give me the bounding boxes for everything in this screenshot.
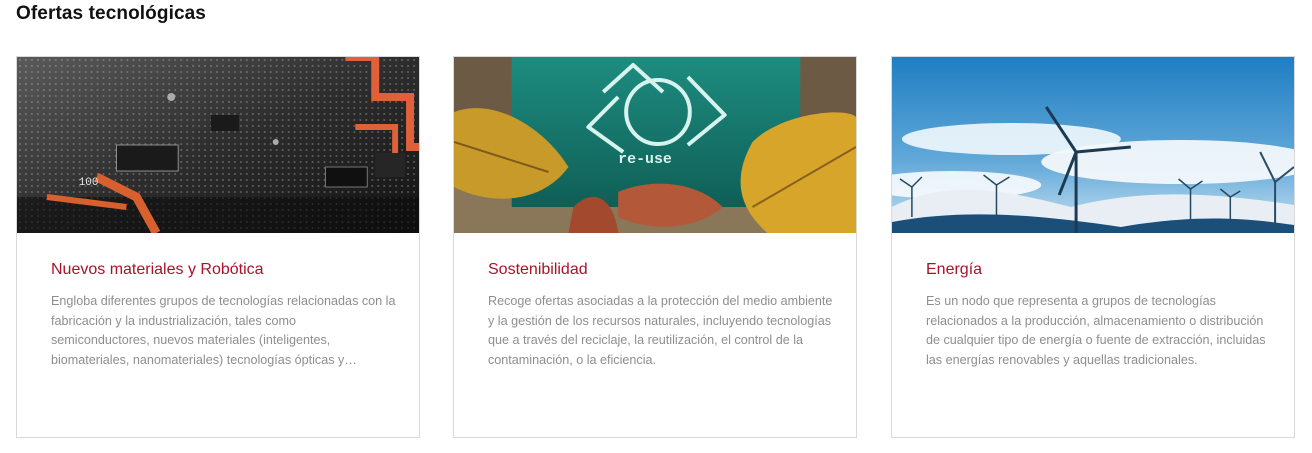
reuse-bag-image: re-use <box>454 57 856 233</box>
card-description: Recoge ofertas asociadas a la protección… <box>488 294 833 367</box>
offer-card-materials-robotics[interactable]: 100 Nuevos materiales y Robótica Engloba… <box>16 56 420 438</box>
card-title: Energía <box>926 261 983 278</box>
bag-text: re-use <box>618 152 672 168</box>
card-title: Nuevos materiales y Robótica <box>51 261 264 278</box>
board-label: 100 <box>79 177 99 189</box>
offer-card-energy[interactable]: Energía Es un nodo que representa a grup… <box>891 56 1295 438</box>
wind-turbines-image <box>892 57 1294 233</box>
offers-section: Ofertas tecnológicas 100 Nuevos material… <box>0 0 1312 453</box>
circuit-board-image: 100 <box>17 57 419 233</box>
card-description: Es un nodo que representa a grupos de te… <box>926 294 1266 367</box>
card-title: Sostenibilidad <box>488 261 588 278</box>
card-description: Engloba diferentes grupos de tecnologías… <box>51 294 396 367</box>
offer-card-sustainability[interactable]: re-use Sostenibilidad Recoge ofertas aso… <box>453 56 857 438</box>
section-title: Ofertas tecnológicas <box>16 3 206 24</box>
